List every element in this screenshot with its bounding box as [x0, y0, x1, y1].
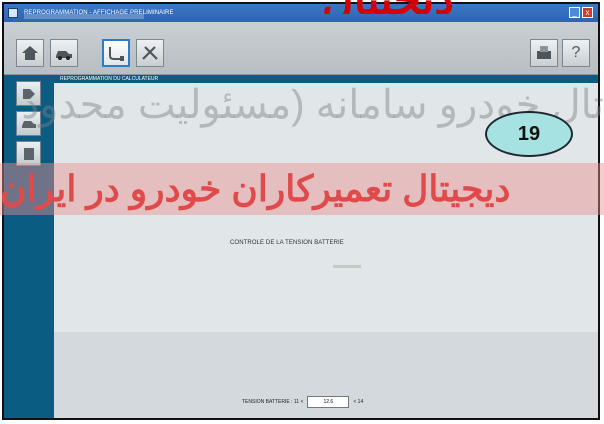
tools-icon: [142, 46, 158, 60]
home-icon: [22, 46, 38, 60]
status-indicator: [333, 265, 361, 268]
title-subtext: [24, 14, 144, 19]
sidebar-item-document[interactable]: [16, 141, 41, 166]
voltage-label: TENSION BATTERIE : 11 <: [242, 399, 304, 405]
connector-icon: [109, 47, 124, 61]
home-button[interactable]: [16, 39, 44, 67]
sidebar: [4, 75, 54, 418]
car-icon: [21, 120, 36, 128]
tag-icon: [22, 88, 35, 99]
print-button[interactable]: [530, 39, 558, 67]
window-title: REPROGRAMMATION - AFFICHAGE PRELIMINAIRE: [24, 10, 174, 16]
minimize-button[interactable]: _: [569, 7, 580, 18]
voltage-value-field: 12.6: [307, 396, 350, 408]
tools-button[interactable]: [136, 39, 164, 67]
step-number-badge: 19: [485, 111, 573, 157]
content-header: REPROGRAMMATION DU CALCULATEUR: [54, 75, 598, 83]
main-toolbar: ?: [4, 22, 598, 75]
window-titlebar: REPROGRAMMATION - AFFICHAGE PRELIMINAIRE…: [4, 4, 598, 22]
application-window: REPROGRAMMATION - AFFICHAGE PRELIMINAIRE…: [2, 2, 600, 420]
app-logo-icon: [8, 8, 18, 18]
vehicle-button[interactable]: [50, 39, 78, 67]
battery-voltage-row: TENSION BATTERIE : 11 < 12.6 < 14: [242, 394, 363, 410]
document-icon: [23, 147, 34, 160]
help-icon: ?: [571, 44, 581, 61]
sidebar-item-tag[interactable]: [16, 81, 41, 106]
voltage-upper-limit: < 14: [353, 399, 364, 405]
close-button[interactable]: x: [582, 7, 593, 18]
printer-icon: [537, 46, 551, 59]
sidebar-item-vehicle[interactable]: [16, 111, 41, 136]
battery-check-title: CONTROLE DE LA TENSION BATTERIE: [230, 240, 344, 246]
vehicle-icon: [56, 51, 72, 60]
help-button[interactable]: ?: [562, 39, 590, 67]
diagnostic-button[interactable]: [102, 39, 130, 67]
